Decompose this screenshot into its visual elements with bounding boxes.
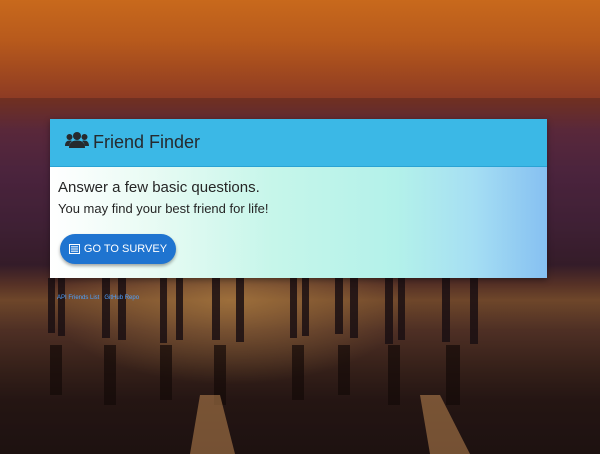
- api-friends-list-link[interactable]: API Friends List: [57, 295, 99, 301]
- users-icon: [65, 132, 89, 148]
- hero-headline: Answer a few basic questions.: [58, 179, 260, 196]
- go-to-survey-button[interactable]: GO TO SURVEY: [60, 234, 176, 264]
- jumbotron-card: Friend Finder Answer a few basic questio…: [50, 119, 547, 278]
- list-icon: [68, 244, 80, 254]
- brand-title: Friend Finder: [93, 132, 201, 152]
- hero-subline: You may find your best friend for life!: [58, 201, 269, 216]
- github-repo-link[interactable]: GitHub Repo: [104, 295, 139, 301]
- footer-links: API Friends List GitHub Repo: [57, 295, 139, 301]
- go-to-survey-label: GO TO SURVEY: [83, 243, 168, 255]
- navbar: Friend Finder: [50, 119, 547, 167]
